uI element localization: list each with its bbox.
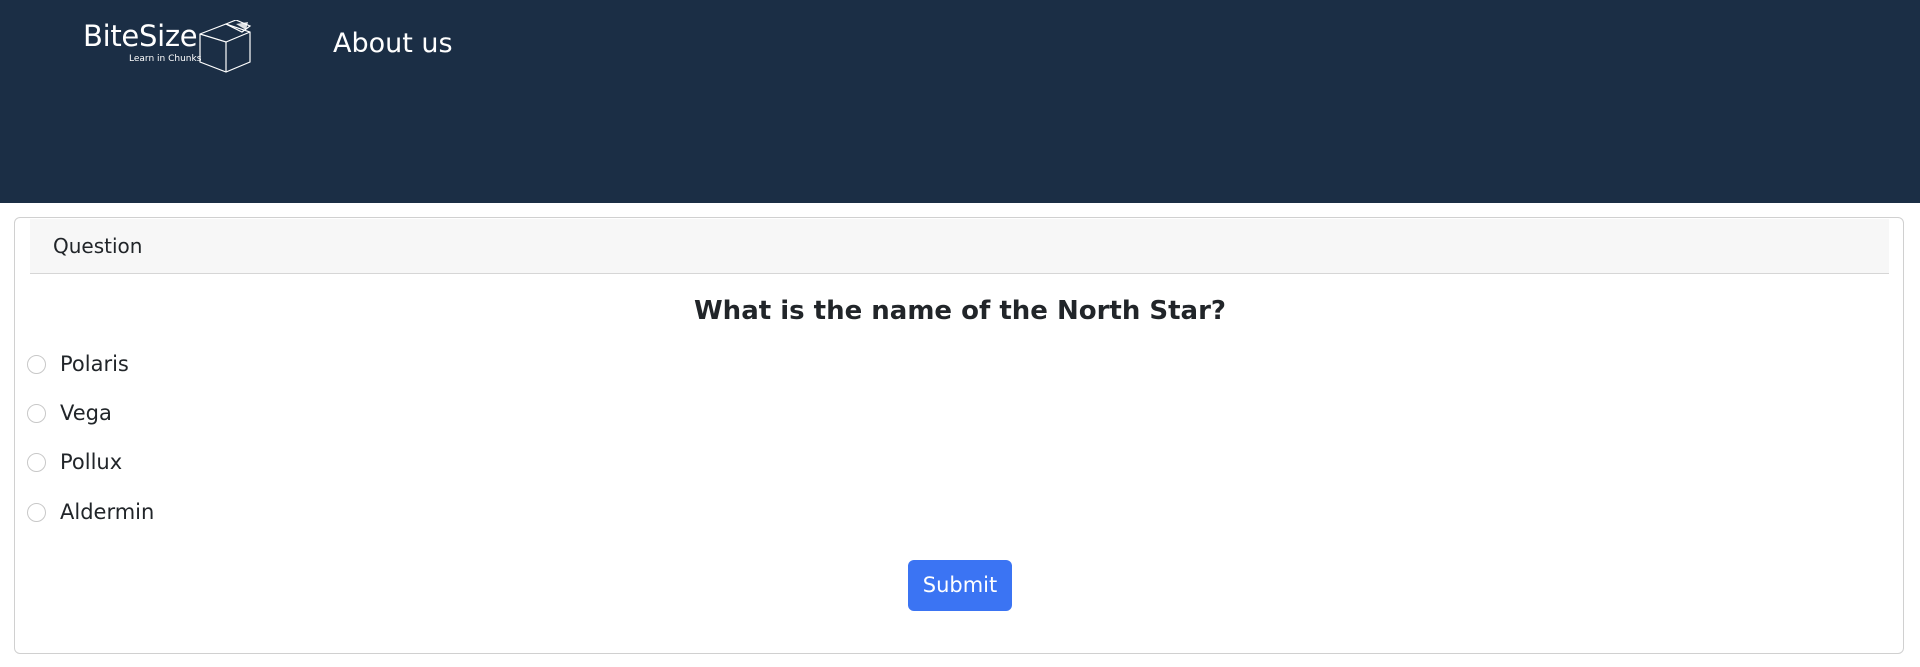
question-card: Question What is the name of the North S… xyxy=(14,217,1904,654)
cube-icon xyxy=(199,20,252,73)
radio-button[interactable] xyxy=(27,354,46,374)
option-vega[interactable]: Vega xyxy=(27,398,112,428)
top-header: BiteSize Learn in Chunks About us xyxy=(0,0,1920,203)
radio-button[interactable] xyxy=(27,403,46,423)
option-polaris[interactable]: Polaris xyxy=(27,349,129,379)
option-label: Vega xyxy=(60,400,112,425)
radio-button[interactable] xyxy=(27,502,46,522)
option-pollux[interactable]: Pollux xyxy=(27,447,122,477)
radio-button[interactable] xyxy=(27,452,46,472)
option-aldermin[interactable]: Aldermin xyxy=(27,497,154,527)
option-label: Pollux xyxy=(60,449,123,474)
option-label: Aldermin xyxy=(60,499,155,524)
card-header: Question xyxy=(30,219,1889,274)
submit-button[interactable]: Submit xyxy=(908,560,1012,611)
option-label: Polaris xyxy=(60,351,129,376)
nav-about-us-link[interactable]: About us xyxy=(333,30,453,57)
logo-tagline: Learn in Chunks xyxy=(129,54,202,64)
logo-title: BiteSize xyxy=(83,19,198,53)
question-text: What is the name of the North Star? xyxy=(694,296,1226,326)
card-header-label: Question xyxy=(53,234,143,258)
bitesize-logo[interactable]: BiteSize Learn in Chunks xyxy=(83,18,253,74)
